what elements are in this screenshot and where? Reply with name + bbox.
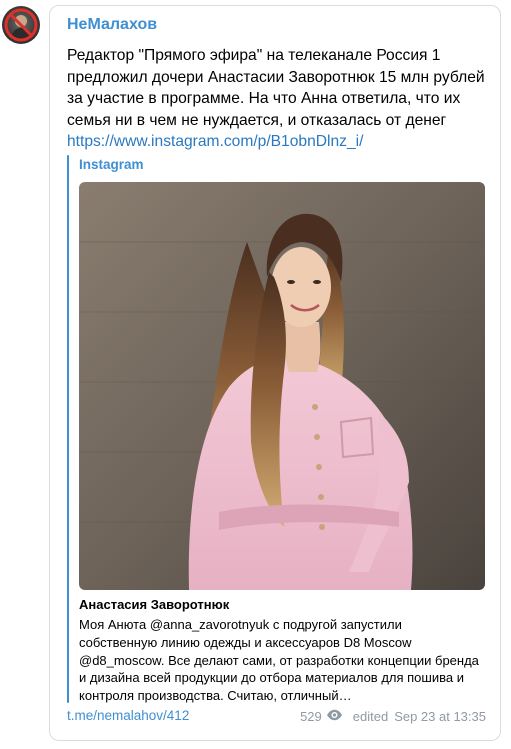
message-timestamp: Sep 23 at 13:35 <box>394 709 486 724</box>
preview-description: Моя Анюта @anna_zavorotnyuk с подругой з… <box>79 617 479 704</box>
preview-author: Анастасия Заворотнюк <box>79 597 230 612</box>
post-body: Редактор "Прямого эфира" на телеканале Р… <box>67 47 485 129</box>
post-text: Редактор "Прямого эфира" на телеканале Р… <box>67 45 492 153</box>
post-permalink[interactable]: t.me/nemalahov/412 <box>67 708 189 723</box>
preview-site-name: Instagram <box>79 157 144 172</box>
preview-photo[interactable] <box>79 182 485 590</box>
message-meta: 529 edited Sep 23 at 13:35 <box>300 709 486 724</box>
link-preview[interactable]: Instagram Анастасия Заворотнюк Моя Анюта… <box>67 155 487 705</box>
eye-icon <box>326 709 343 724</box>
channel-name[interactable]: НеМалахов <box>67 16 157 34</box>
channel-avatar[interactable] <box>2 6 40 44</box>
views-count: 529 <box>300 709 322 724</box>
edited-label: edited <box>352 709 389 724</box>
preview-accent-bar <box>67 155 69 703</box>
post-link[interactable]: https://www.instagram.com/p/B1obnDlnz_i/ <box>67 133 363 150</box>
message-bubble: НеМалахов Редактор "Прямого эфира" на те… <box>49 5 501 741</box>
